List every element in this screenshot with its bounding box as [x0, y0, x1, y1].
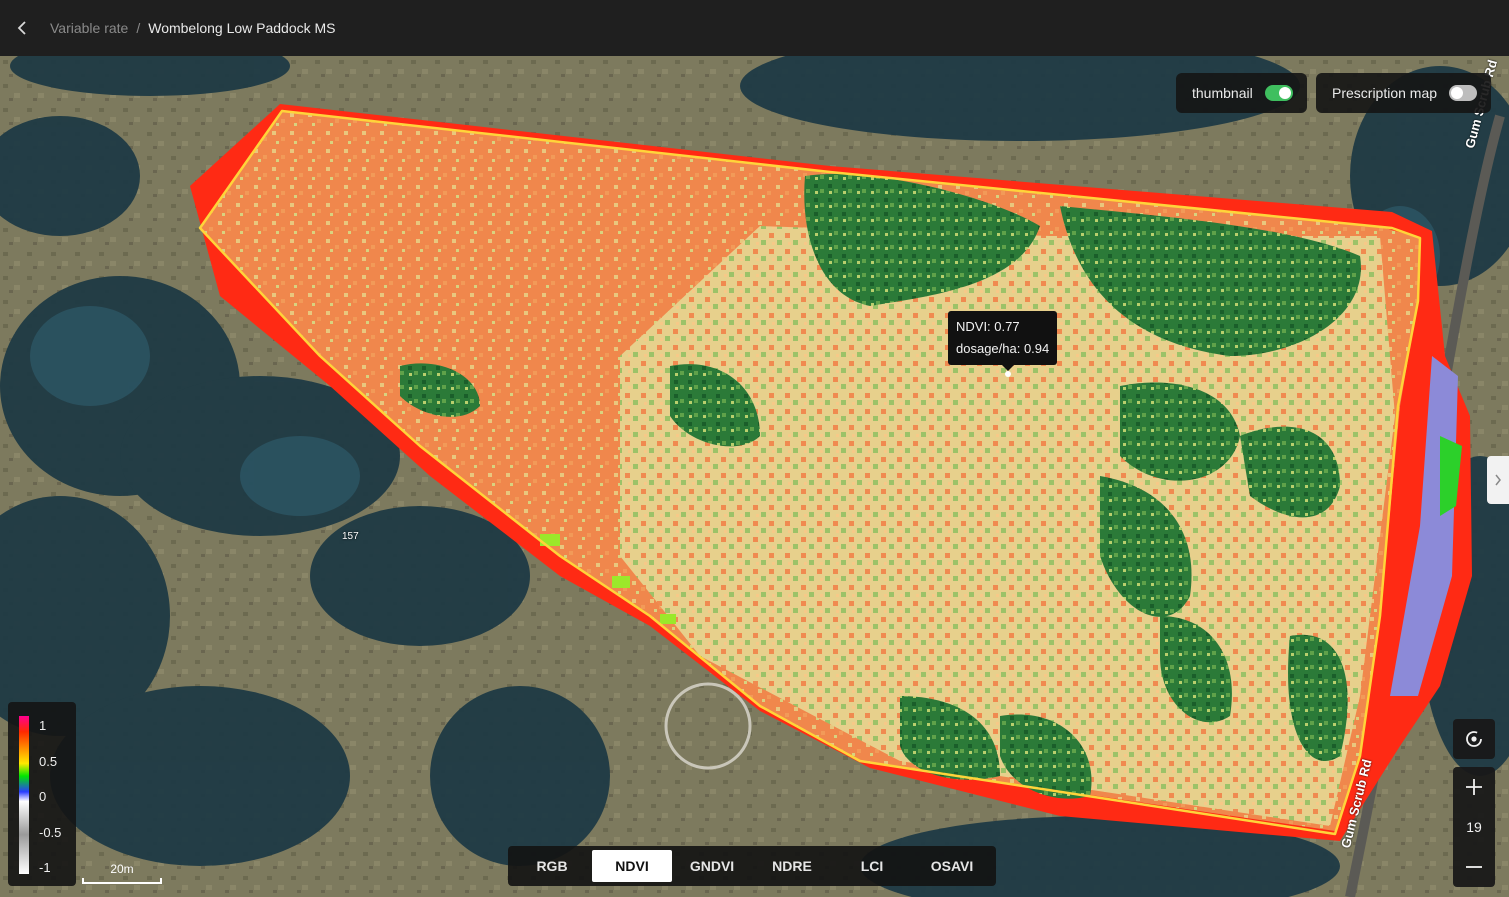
zoom-in-button[interactable]: [1453, 767, 1495, 807]
prescription-switch[interactable]: [1449, 85, 1478, 101]
tab-osavi[interactable]: OSAVI: [912, 850, 992, 882]
legend-color-bar: [19, 716, 29, 874]
map-view[interactable]: Gum Scrub Rd Gum Scrub Rd 157 thumbnail …: [0, 56, 1509, 897]
legend-tick: -1: [39, 860, 51, 875]
recenter-icon: [1466, 731, 1482, 747]
legend-tick: 1: [39, 718, 47, 733]
plus-icon: [1466, 779, 1482, 795]
map-scale-bar: 20m: [82, 858, 162, 886]
breadcrumb: Variable rate / Wombelong Low Paddock MS: [50, 20, 336, 36]
chevron-right-icon: [1495, 474, 1501, 486]
parcel-number-label: 157: [342, 531, 359, 542]
zoom-out-button[interactable]: [1453, 847, 1495, 887]
scale-label: 20m: [110, 862, 134, 876]
recenter-button[interactable]: [1453, 719, 1495, 759]
zoom-controls: 19: [1453, 767, 1495, 887]
prescription-toggle-label: Prescription map: [1332, 85, 1438, 101]
breadcrumb-parent[interactable]: Variable rate: [50, 20, 128, 36]
breadcrumb-separator: /: [136, 20, 141, 36]
tab-gndvi[interactable]: GNDVI: [672, 850, 752, 882]
thumbnail-switch[interactable]: [1264, 85, 1293, 101]
legend-tick: 0: [39, 789, 47, 804]
ndvi-legend: 1 0.5 0 -0.5 -1: [8, 702, 76, 886]
index-tabs: RGB NDVI GNDVI NDRE LCI OSAVI: [508, 846, 996, 886]
back-button[interactable]: [0, 0, 44, 56]
legend-tick: 0.5: [39, 754, 58, 769]
minus-icon: [1466, 866, 1482, 868]
thumbnail-switch-knob: [1278, 87, 1291, 99]
thumbnail-toggle-pill: thumbnail: [1176, 73, 1307, 113]
top-bar: Variable rate / Wombelong Low Paddock MS: [0, 0, 1509, 56]
tab-ndre[interactable]: NDRE: [752, 850, 832, 882]
tab-rgb[interactable]: RGB: [512, 850, 592, 882]
tab-lci[interactable]: LCI: [832, 850, 912, 882]
ndvi-tooltip: NDVI: 0.77 dosage/ha: 0.94: [948, 311, 1058, 371]
side-panel-expand-button[interactable]: [1487, 456, 1509, 504]
thumbnail-toggle-label: thumbnail: [1192, 85, 1253, 101]
zoom-level: 19: [1466, 819, 1482, 835]
scale-line: [82, 878, 162, 884]
prescription-switch-knob: [1451, 87, 1464, 99]
prescription-toggle-pill: Prescription map: [1316, 73, 1492, 113]
chevron-left-icon: [17, 21, 26, 35]
legend-tick: -0.5: [39, 825, 62, 840]
satellite-map: [0, 56, 1509, 897]
tab-ndvi[interactable]: NDVI: [592, 850, 672, 882]
tooltip-dosage-value: dosage/ha: 0.94: [956, 341, 1050, 356]
breadcrumb-current: Wombelong Low Paddock MS: [148, 20, 336, 36]
tooltip-ndvi-value: NDVI: 0.77: [956, 319, 1020, 334]
